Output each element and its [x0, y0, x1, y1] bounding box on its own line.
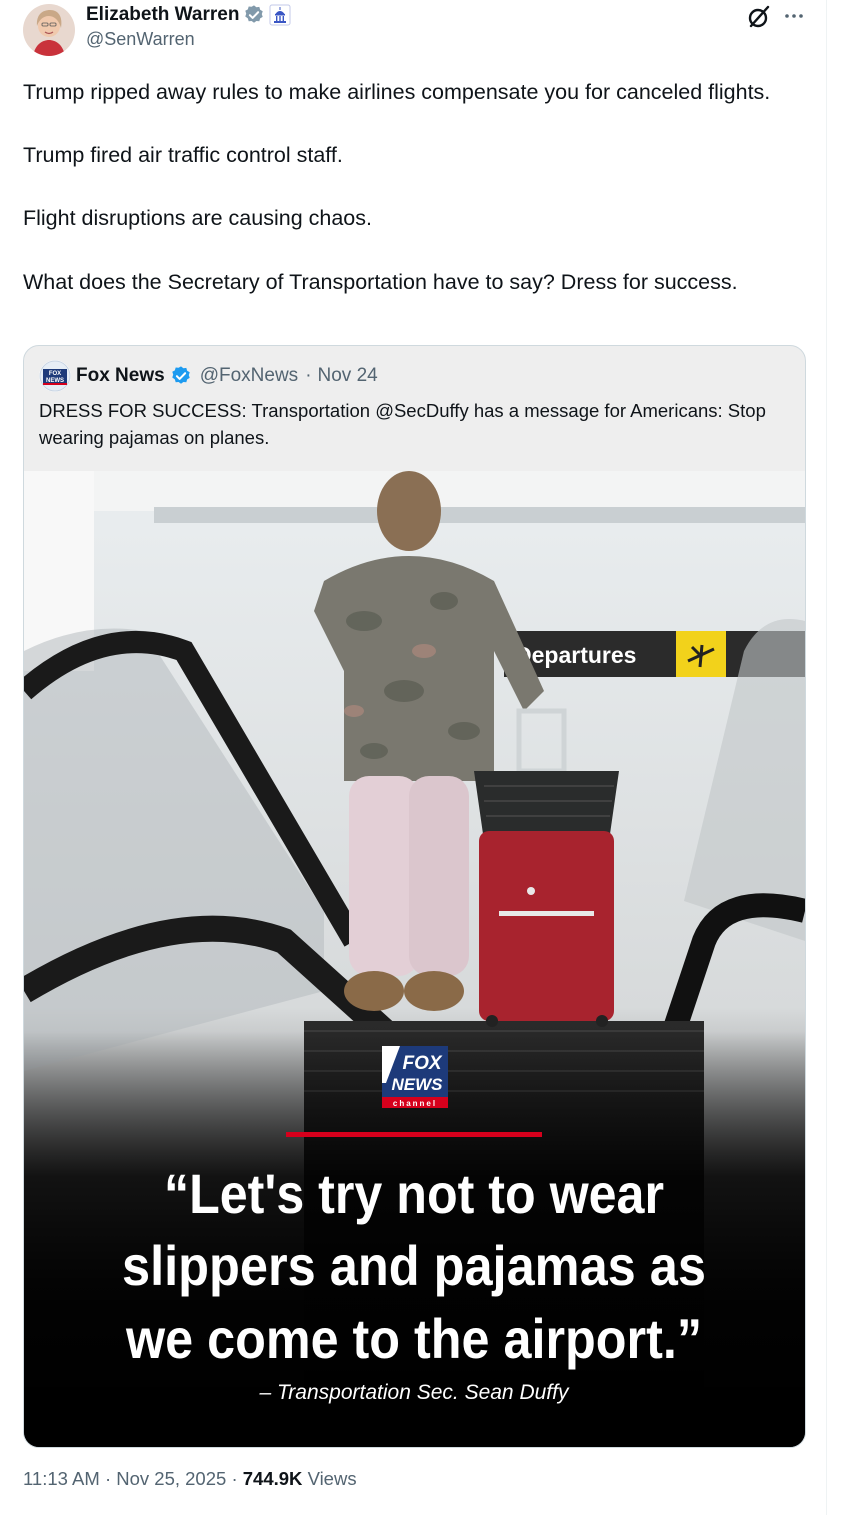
author-handle[interactable]: @SenWarren	[86, 29, 195, 50]
author-name[interactable]: Elizabeth Warren	[86, 4, 239, 26]
quoted-tweet-image[interactable]: Departures FOX NEWS channel “Let's try n…	[24, 471, 805, 1447]
more-icon[interactable]	[782, 6, 806, 26]
tweet-text: Trump ripped away rules to make airlines…	[23, 76, 813, 298]
quoted-tweet[interactable]: FOX NEWS Fox News @FoxNews · Nov 24 DRES…	[23, 345, 806, 1448]
author-name-row: Elizabeth Warren	[86, 3, 291, 27]
tweet-date[interactable]: Nov 25, 2025	[116, 1468, 226, 1489]
quoted-tweet-text: DRESS FOR SUCCESS: Transportation @SecDu…	[39, 400, 766, 448]
tweet-meta: 11:13 AM · Nov 25, 2025 · 744.9K Views	[23, 1468, 357, 1490]
tweet-paragraph: Flight disruptions are causing chaos.	[23, 206, 372, 230]
fox-logo-top: FOX	[402, 1053, 442, 1074]
departures-sign-text: Departures	[515, 642, 636, 668]
tweet: Elizabeth Warren @SenWarren Trump ripped…	[0, 0, 827, 1515]
tweet-time[interactable]: 11:13 AM	[23, 1468, 100, 1489]
quoted-author-name[interactable]: Fox News	[76, 365, 165, 387]
image-quote-line2: slippers and pajamas as	[122, 1234, 706, 1297]
government-affiliation-icon	[269, 4, 291, 26]
tweet-paragraph: Trump fired air traffic control staff.	[23, 143, 343, 167]
image-quote-line3: we come to the airport.”	[125, 1307, 702, 1370]
quoted-author-handle[interactable]: @FoxNews	[200, 365, 298, 387]
quoted-date[interactable]: Nov 24	[318, 365, 378, 387]
views-label: Views	[307, 1468, 357, 1489]
quoted-separator: ·	[305, 365, 312, 386]
views-count: 744.9K	[242, 1468, 303, 1489]
quoted-tweet-header: FOX NEWS Fox News @FoxNews · Nov 24	[39, 360, 378, 392]
image-quote-attribution: – Transportation Sec. Sean Duffy	[259, 1381, 570, 1404]
image-quote-line1: “Let's try not to wear	[164, 1162, 664, 1225]
fox-logo-channel: channel	[393, 1099, 437, 1108]
fox-logo-bottom: NEWS	[392, 1075, 444, 1094]
tweet-paragraph: Trump ripped away rules to make airlines…	[23, 80, 771, 104]
svg-text:FOX: FOX	[49, 371, 61, 377]
meta-separator: ·	[104, 1468, 112, 1489]
meta-separator: ·	[231, 1468, 238, 1489]
verified-badge-icon	[170, 365, 192, 387]
fox-news-avatar[interactable]: FOX NEWS	[39, 360, 71, 392]
verified-badge-icon	[243, 4, 265, 26]
grok-icon[interactable]	[746, 4, 772, 30]
tweet-paragraph: What does the Secretary of Transportatio…	[23, 270, 738, 294]
author-avatar[interactable]	[23, 4, 75, 56]
